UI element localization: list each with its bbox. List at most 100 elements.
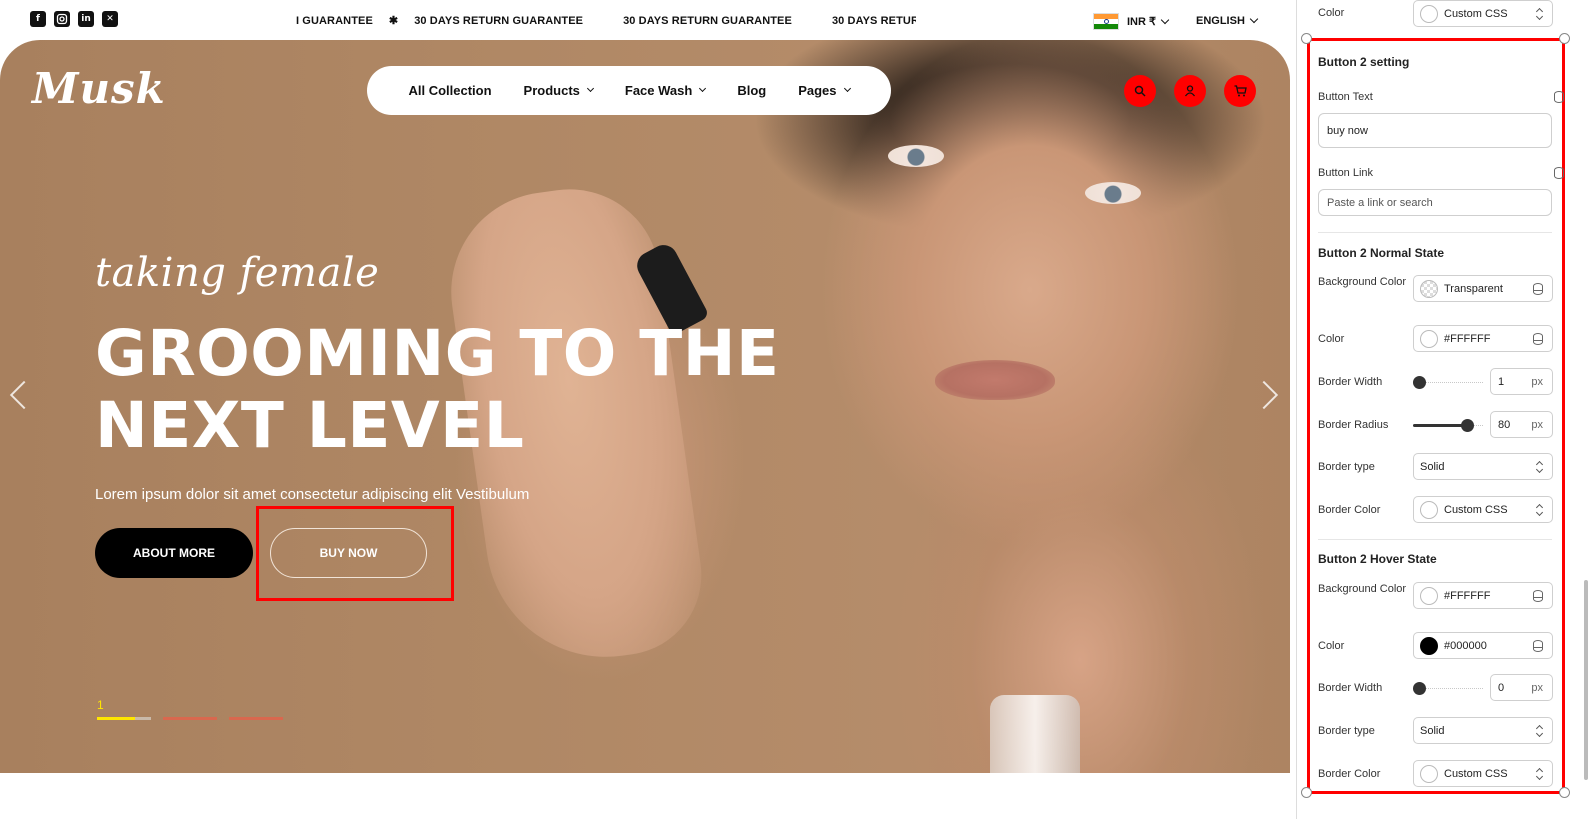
slide-progress-inactive[interactable] <box>229 717 283 720</box>
search-icon[interactable] <box>1124 75 1156 107</box>
highlight-box <box>256 506 454 601</box>
database-icon[interactable] <box>1554 167 1564 179</box>
hero-headline-line: GROOMING TO THE <box>95 317 780 390</box>
unit-label: px <box>1531 375 1543 388</box>
announcement-bar: f in ✕ I GUARANTEE ✱ 30 DAYS RETURN GUARAN… <box>0 0 1296 42</box>
resize-handle[interactable] <box>1559 33 1570 44</box>
database-icon <box>1533 283 1543 295</box>
nav-products[interactable]: Products <box>523 83 594 98</box>
cart-icon[interactable] <box>1224 75 1256 107</box>
database-icon <box>1533 590 1543 602</box>
nav-label: Products <box>523 83 580 98</box>
nav-face-wash[interactable]: Face Wash <box>625 83 707 98</box>
facebook-icon[interactable]: f <box>30 11 46 27</box>
border-width-input[interactable]: 0 px <box>1490 674 1553 701</box>
slide-number: 1 <box>97 698 104 712</box>
instagram-icon[interactable] <box>54 11 70 27</box>
database-icon[interactable] <box>1554 91 1564 103</box>
nav-label: All Collection <box>408 83 492 98</box>
currency-selector[interactable]: INR ₹ <box>1127 15 1170 28</box>
slider-knob[interactable] <box>1413 376 1426 389</box>
slider-prev-arrow[interactable] <box>9 380 39 410</box>
hero-headline: GROOMING TO THE NEXT LEVEL <box>95 318 795 462</box>
normal-bg-color-select[interactable]: Transparent <box>1413 275 1553 302</box>
select-value: #FFFFFF <box>1444 332 1491 345</box>
slider-knob[interactable] <box>1461 419 1474 432</box>
user-icon[interactable] <box>1174 75 1206 107</box>
chevron-down-icon <box>699 84 707 93</box>
chevron-down-icon <box>1160 15 1170 24</box>
border-width-slider[interactable] <box>1413 682 1483 695</box>
button-link-input[interactable]: Paste a link or search <box>1318 189 1552 216</box>
updown-arrows-icon <box>1536 725 1543 737</box>
slide-progress-active[interactable] <box>97 717 151 720</box>
marquee-item: 30 DAYS RETURN GUARANTEE <box>623 15 792 27</box>
number-value: 0 <box>1498 681 1505 694</box>
language-selector[interactable]: ENGLISH <box>1196 14 1259 27</box>
star-icon: ✱ <box>388 15 399 27</box>
slider-next-arrow[interactable] <box>1249 380 1279 410</box>
nav-blog[interactable]: Blog <box>737 83 766 98</box>
border-width-slider[interactable] <box>1413 376 1483 389</box>
select-value: Custom CSS <box>1444 767 1508 780</box>
slider-fill <box>1413 424 1467 427</box>
hover-bg-color-select[interactable]: #FFFFFF <box>1413 582 1553 609</box>
normal-color-select[interactable]: #FFFFFF <box>1413 325 1553 352</box>
resize-handle[interactable] <box>1559 787 1570 798</box>
nav-pages[interactable]: Pages <box>798 83 851 98</box>
x-icon[interactable]: ✕ <box>102 11 118 27</box>
updown-arrows-icon <box>1536 768 1543 780</box>
panel-scrollbar[interactable] <box>1584 580 1588 780</box>
resize-handle[interactable] <box>1301 33 1312 44</box>
hero-headline-line: NEXT LEVEL <box>95 389 525 462</box>
hero-script-title: taking female <box>95 250 380 296</box>
photo-lips <box>935 360 1055 400</box>
border-width-input[interactable]: 1 px <box>1490 368 1553 395</box>
divider <box>1318 232 1552 233</box>
button-text-label: Button Text <box>1318 91 1373 103</box>
nav-all-collection[interactable]: All Collection <box>408 83 491 98</box>
bg-color-label: Background Color <box>1318 276 1407 288</box>
section-title: Button 2 Normal State <box>1318 246 1445 260</box>
chevron-down-icon <box>586 84 594 93</box>
hover-border-type-select[interactable]: Solid <box>1413 717 1553 744</box>
hover-color-select[interactable]: #000000 <box>1413 632 1553 659</box>
border-color-label: Border Color <box>1318 768 1381 780</box>
normal-border-color-select[interactable]: Custom CSS <box>1413 496 1553 523</box>
hero-slider: Musk All Collection Products Face Wash B… <box>0 40 1290 773</box>
main-navigation: All Collection Products Face Wash Blog P… <box>367 66 891 115</box>
marquee-item: I GUARANTEE <box>296 15 373 27</box>
store-logo[interactable]: Musk <box>32 64 166 113</box>
button-text-input[interactable]: buy now <box>1318 113 1552 148</box>
unit-label: px <box>1531 418 1543 431</box>
marquee-item: 30 DAYS RETURN GUARANTEE <box>414 15 584 27</box>
hover-border-color-select[interactable]: Custom CSS <box>1413 760 1553 787</box>
updown-arrows-icon <box>1536 8 1543 20</box>
border-radius-slider[interactable] <box>1413 419 1483 432</box>
linkedin-icon[interactable]: in <box>78 11 94 27</box>
about-more-button[interactable]: ABOUT MORE <box>95 528 253 578</box>
normal-border-type-select[interactable]: Solid <box>1413 453 1553 480</box>
database-icon <box>1533 333 1543 345</box>
currency-label: INR ₹ <box>1127 16 1156 28</box>
database-icon <box>1533 640 1543 652</box>
slide-progress-fill <box>97 717 135 720</box>
border-type-label: Border type <box>1318 461 1375 473</box>
slider-knob[interactable] <box>1413 682 1426 695</box>
photo-eye <box>1085 182 1141 204</box>
top-color-label: Color <box>1318 7 1345 19</box>
border-color-label: Border Color <box>1318 504 1381 516</box>
resize-handle[interactable] <box>1301 787 1312 798</box>
section-title: Button 2 Hover State <box>1318 552 1437 566</box>
select-value: Custom CSS <box>1444 503 1508 516</box>
border-radius-label: Border Radius <box>1318 419 1389 431</box>
divider <box>1318 539 1552 540</box>
unit-label: px <box>1531 681 1543 694</box>
select-value: Solid <box>1420 460 1445 473</box>
border-radius-input[interactable]: 80 px <box>1490 411 1553 438</box>
slide-progress-inactive[interactable] <box>163 717 217 720</box>
language-label: ENGLISH <box>1196 15 1245 27</box>
color-swatch <box>1420 500 1438 519</box>
top-color-select[interactable]: Custom CSS <box>1413 0 1553 27</box>
color-swatch <box>1420 586 1438 605</box>
